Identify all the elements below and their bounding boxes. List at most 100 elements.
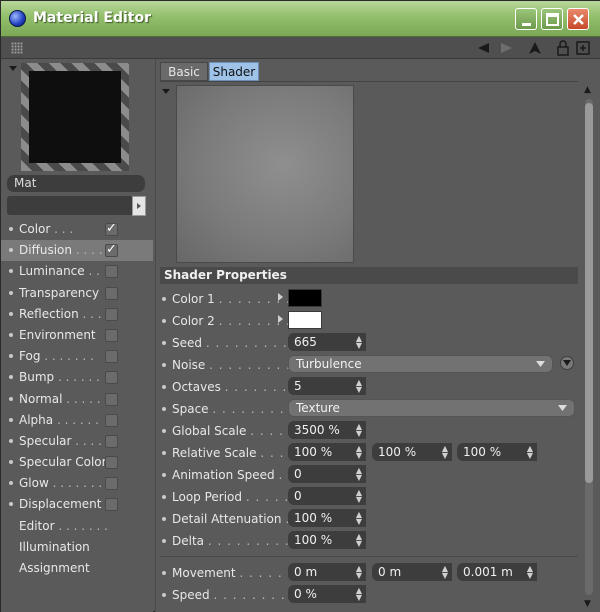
keyframe-dot[interactable] — [162, 517, 166, 521]
channel-checkbox[interactable] — [105, 371, 118, 385]
channel-item[interactable]: Specular Color — [1, 452, 153, 473]
up-arrow-icon[interactable] — [527, 40, 543, 56]
channel-item[interactable]: Luminance . . . — [1, 261, 153, 282]
spinner-arrows-icon[interactable]: ▲ ▼ — [356, 533, 362, 548]
channel-checkbox[interactable] — [105, 477, 118, 491]
spinner-arrows-icon[interactable]: ▲ ▼ — [356, 445, 362, 460]
keyframe-dot[interactable] — [162, 341, 166, 345]
keyframe-dot[interactable] — [162, 495, 166, 499]
keyframe-dot[interactable] — [162, 571, 166, 575]
channel-checkbox[interactable] — [105, 221, 118, 236]
channel-item[interactable]: Normal . . . . . — [1, 389, 153, 410]
channel-checkbox[interactable] — [105, 265, 118, 279]
relative-scale-z-input[interactable]: 100 % ▲ ▼ — [457, 443, 537, 461]
channel-checkbox[interactable] — [105, 434, 118, 448]
keyframe-dot[interactable] — [162, 363, 166, 367]
expand-triangle-icon[interactable] — [278, 293, 283, 301]
keyframe-dot[interactable] — [162, 319, 166, 323]
expand-triangle-icon[interactable] — [278, 315, 283, 323]
channel-item[interactable]: Assignment — [1, 558, 153, 579]
keyframe-dot[interactable] — [162, 429, 166, 433]
color1-swatch[interactable] — [288, 289, 322, 307]
spinner-arrows-icon[interactable]: ▲ ▼ — [356, 335, 362, 350]
spinner-arrows-icon[interactable]: ▲ ▼ — [356, 489, 362, 504]
loop-period-input[interactable]: 0 ▲ ▼ — [288, 487, 366, 505]
space-dropdown[interactable]: Texture — [288, 399, 575, 417]
new-window-icon[interactable] — [575, 40, 591, 56]
slider-expand-button[interactable] — [132, 196, 146, 216]
forward-arrow-icon[interactable] — [499, 40, 515, 56]
keyframe-dot[interactable] — [162, 297, 166, 301]
close-button[interactable] — [567, 8, 589, 30]
channel-checkbox[interactable] — [105, 286, 118, 300]
global-scale-input[interactable]: 3500 % ▲ ▼ — [288, 421, 366, 439]
spinner-arrows-icon[interactable]: ▲ ▼ — [442, 565, 448, 580]
speed-input[interactable]: 0 % ▲ ▼ — [288, 585, 366, 603]
spinner-arrows-icon[interactable]: ▲ ▼ — [527, 565, 533, 580]
channel-item[interactable]: Glow . . . . . . . — [1, 473, 153, 494]
tab-basic[interactable]: Basic — [160, 62, 208, 81]
maximize-button[interactable] — [541, 8, 563, 30]
channel-item[interactable]: Editor . . . . . . . — [1, 516, 153, 537]
vertical-scrollbar[interactable]: ▲ ▼ — [582, 85, 596, 611]
channel-checkbox[interactable] — [105, 307, 118, 321]
channel-checkbox[interactable] — [105, 242, 118, 258]
spinner-arrows-icon[interactable]: ▲ ▼ — [356, 379, 362, 394]
spinner-arrows-icon[interactable]: ▲ ▼ — [356, 423, 362, 438]
material-preview[interactable] — [21, 63, 129, 171]
lock-icon[interactable] — [555, 40, 571, 56]
octaves-input[interactable]: 5 ▲ ▼ — [288, 377, 366, 395]
keyframe-dot[interactable] — [162, 385, 166, 389]
back-arrow-icon[interactable] — [475, 40, 491, 56]
noise-dropdown[interactable]: Turbulence — [288, 355, 553, 373]
channel-item[interactable]: Transparency — [1, 283, 153, 304]
keyframe-dot[interactable] — [162, 593, 166, 597]
texture-preview[interactable] — [176, 85, 354, 263]
seed-input[interactable]: 665 ▲ ▼ — [288, 333, 366, 351]
keyframe-dot[interactable] — [162, 473, 166, 477]
channel-item[interactable]: Bump . . . . . . — [1, 367, 153, 388]
minimize-button[interactable] — [515, 8, 537, 30]
keyframe-dot[interactable] — [162, 539, 166, 543]
channel-item[interactable]: Specular . . . . — [1, 431, 153, 452]
spinner-arrows-icon[interactable]: ▲ ▼ — [356, 511, 362, 526]
channel-item[interactable]: Illumination — [1, 537, 153, 558]
title-bar[interactable]: Material Editor — [1, 1, 600, 37]
channel-item[interactable]: Color . . . — [1, 219, 153, 240]
channel-item[interactable]: Diffusion . . . . — [1, 240, 153, 262]
movement-z-input[interactable]: 0.001 m ▲ ▼ — [457, 563, 537, 581]
spinner-arrows-icon[interactable]: ▲ ▼ — [356, 587, 362, 602]
spinner-arrows-icon[interactable]: ▲ ▼ — [442, 445, 448, 460]
scroll-thumb[interactable] — [585, 103, 593, 483]
noise-options-button[interactable] — [560, 356, 574, 370]
channel-checkbox[interactable] — [105, 498, 118, 512]
channel-item[interactable]: Reflection . . . — [1, 304, 153, 325]
animation-speed-input[interactable]: 0 ▲ ▼ — [288, 465, 366, 483]
preview-menu-arrow-icon[interactable] — [9, 66, 17, 71]
scroll-up-icon[interactable]: ▲ — [584, 85, 591, 95]
keyframe-dot[interactable] — [162, 451, 166, 455]
detail-attenuation-input[interactable]: 100 % ▲ ▼ — [288, 509, 366, 527]
material-name-field[interactable]: Mat — [7, 175, 145, 192]
channel-item[interactable]: Environment — [1, 325, 153, 346]
channel-checkbox[interactable] — [105, 328, 118, 342]
channel-checkbox[interactable] — [105, 350, 118, 364]
channel-item[interactable]: Displacement — [1, 494, 153, 515]
relative-scale-y-input[interactable]: 100 % ▲ ▼ — [372, 443, 452, 461]
texture-preview-menu-arrow-icon[interactable] — [162, 89, 170, 94]
material-slider[interactable] — [7, 196, 133, 215]
grip-icon[interactable] — [11, 42, 23, 54]
spinner-arrows-icon[interactable]: ▲ ▼ — [356, 565, 362, 580]
spinner-arrows-icon[interactable]: ▲ ▼ — [527, 445, 533, 460]
channel-checkbox[interactable] — [105, 392, 118, 406]
relative-scale-x-input[interactable]: 100 % ▲ ▼ — [288, 443, 366, 461]
movement-y-input[interactable]: 0 m ▲ ▼ — [372, 563, 452, 581]
keyframe-dot[interactable] — [162, 407, 166, 411]
scroll-down-icon[interactable]: ▼ — [584, 599, 591, 609]
color2-swatch[interactable] — [288, 311, 322, 329]
tab-shader[interactable]: Shader — [209, 62, 259, 81]
channel-item[interactable]: Alpha . . . . . . — [1, 410, 153, 431]
channel-checkbox[interactable] — [105, 456, 118, 470]
channel-item[interactable]: Fog . . . . . . . — [1, 346, 153, 367]
delta-input[interactable]: 100 % ▲ ▼ — [288, 531, 366, 549]
